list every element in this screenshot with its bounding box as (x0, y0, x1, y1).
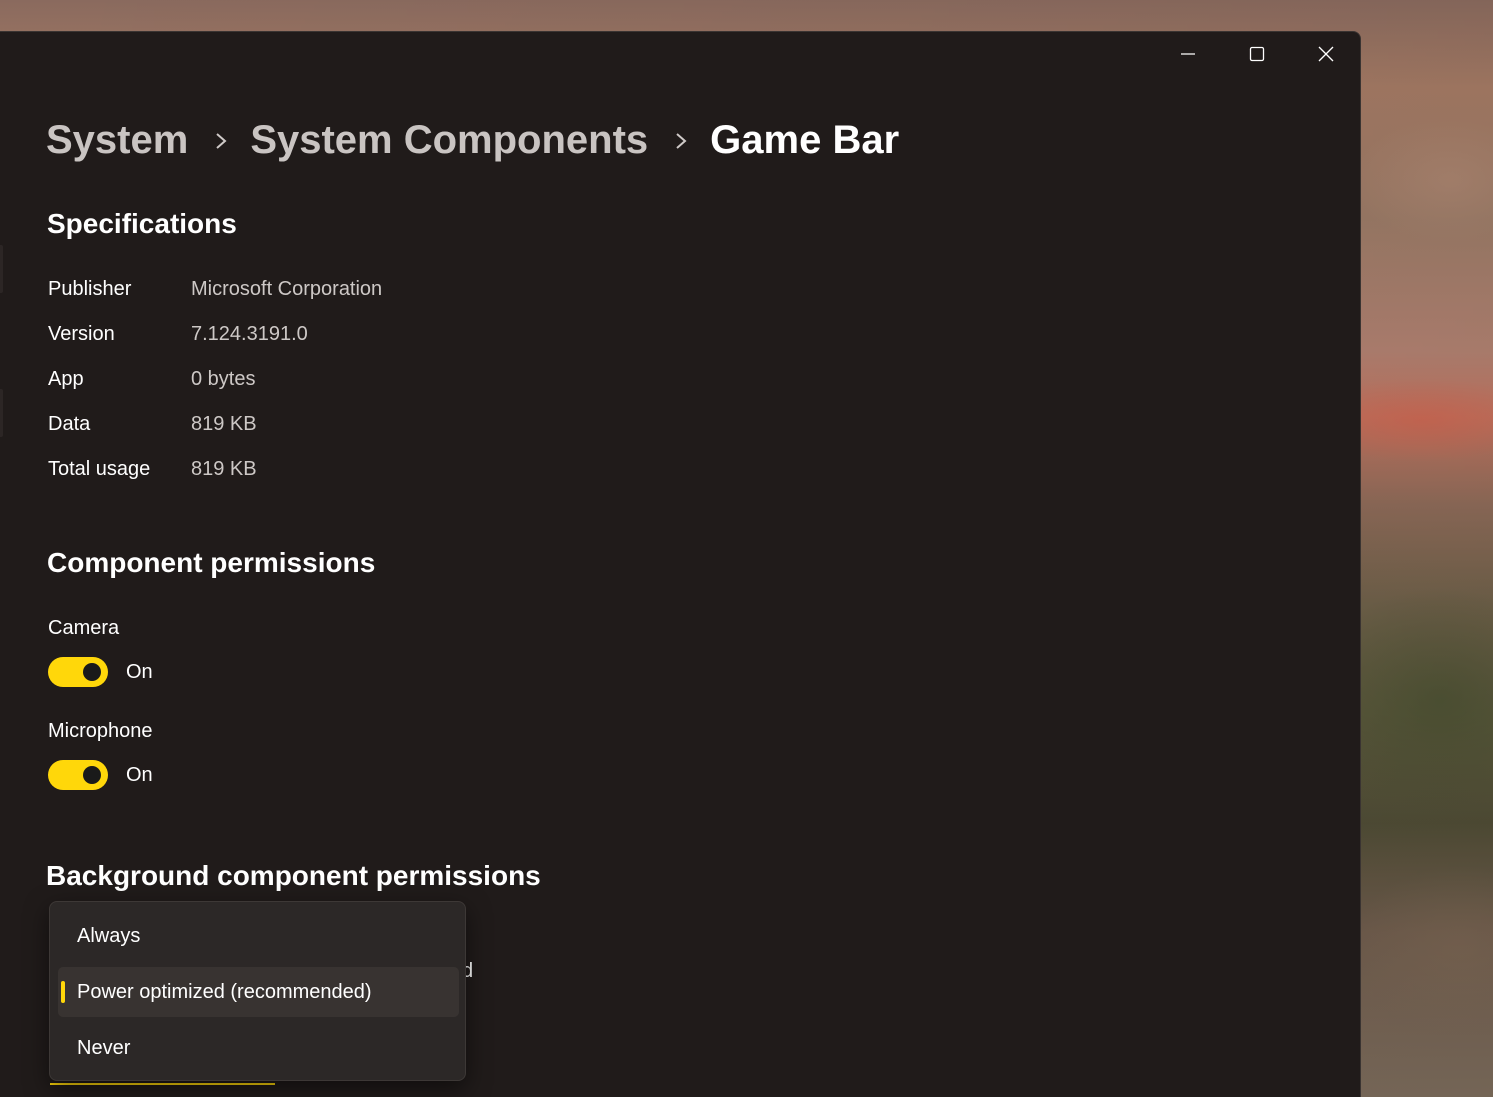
caption-buttons (1153, 32, 1360, 76)
breadcrumb: System System Components Game Bar (46, 118, 899, 163)
close-icon (1318, 46, 1333, 62)
chevron-right-icon (674, 131, 688, 151)
specifications-heading: Specifications (47, 208, 237, 239)
settings-window: System System Components Game Bar Specif… (0, 31, 1361, 1097)
dropdown-option-label: Power optimized (recommended) (77, 980, 372, 1003)
dropdown-option-power-optimized[interactable]: Power optimized (recommended) (58, 967, 459, 1017)
spec-label: Version (48, 322, 115, 345)
spec-label: Total usage (48, 457, 151, 480)
dropdown-option-never[interactable]: Never (58, 1023, 459, 1073)
spec-row-version: Version 7.124.3191.0 (48, 319, 308, 349)
camera-toggle-row: On (48, 657, 153, 687)
microphone-toggle[interactable] (48, 760, 108, 790)
breadcrumb-item-system[interactable]: System (46, 118, 188, 163)
breadcrumb-item-system-components[interactable]: System Components (250, 118, 648, 163)
chevron-right-icon (214, 131, 228, 151)
camera-label: Camera (48, 617, 120, 639)
spec-row-data: Data 819 KB (48, 409, 257, 439)
spec-label: Publisher (48, 277, 132, 300)
spec-value: 819 KB (191, 412, 257, 435)
breadcrumb-item-current: Game Bar (710, 118, 900, 162)
spec-label: App (48, 367, 84, 390)
microphone-label: Microphone (48, 720, 153, 742)
spec-value: 819 KB (191, 457, 257, 480)
toggle-knob (83, 766, 101, 784)
nav-pane-edge (0, 389, 3, 437)
nav-pane-edge (0, 245, 3, 293)
dropdown-option-always[interactable]: Always (58, 911, 459, 961)
component-permissions-heading: Component permissions (47, 547, 376, 578)
selected-indicator (61, 981, 65, 1003)
spec-row-total-usage: Total usage 819 KB (48, 454, 257, 484)
spec-value: 7.124.3191.0 (191, 322, 308, 345)
microphone-toggle-state: On (126, 763, 153, 786)
spec-row-app: App 0 bytes (48, 364, 255, 394)
close-button[interactable] (1291, 32, 1360, 76)
spec-row-publisher: Publisher Microsoft Corporation (48, 274, 382, 304)
minimize-icon (1180, 53, 1195, 55)
camera-toggle-state: On (126, 660, 153, 683)
background-permissions-dropdown: Always Power optimized (recommended) Nev… (49, 901, 466, 1081)
spec-value: Microsoft Corporation (191, 277, 383, 300)
spec-label: Data (48, 412, 91, 435)
toggle-knob (83, 663, 101, 681)
camera-toggle[interactable] (48, 657, 108, 687)
microphone-toggle-row: On (48, 760, 153, 790)
minimize-button[interactable] (1153, 32, 1222, 76)
spec-value: 0 bytes (191, 367, 256, 390)
background-permissions-heading: Background component permissions (46, 860, 541, 891)
maximize-button[interactable] (1222, 32, 1291, 76)
maximize-icon (1249, 46, 1264, 62)
